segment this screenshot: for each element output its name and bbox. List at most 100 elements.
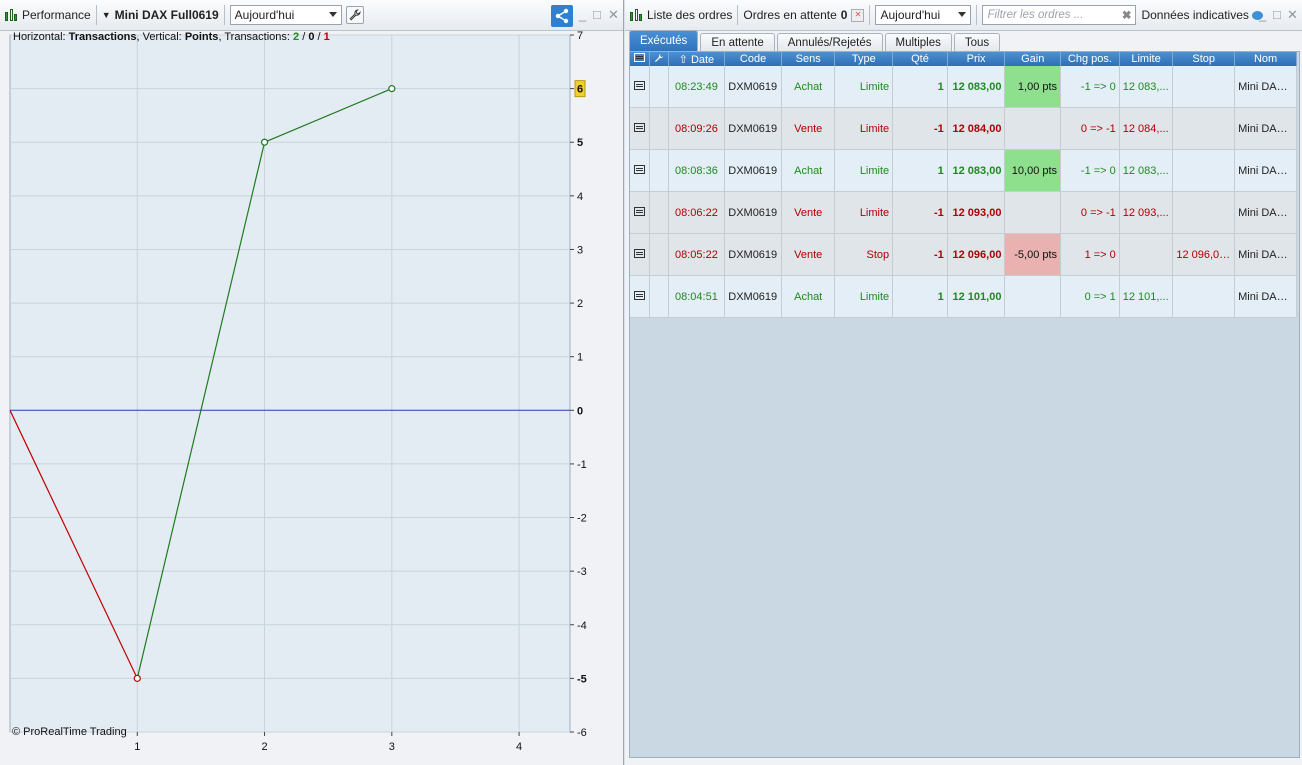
cell-code: DXM0619 bbox=[724, 107, 782, 150]
details-icon[interactable] bbox=[634, 248, 646, 258]
close-icon[interactable]: ✕ bbox=[1287, 7, 1298, 23]
row-detail-icon[interactable] bbox=[630, 275, 651, 318]
close-icon[interactable]: ✕ bbox=[608, 7, 619, 23]
panel-title: Liste des ordres bbox=[647, 8, 733, 22]
column-header-date[interactable]: ⇧ Date bbox=[668, 52, 726, 66]
orders-tabs: Exécutés En attente Annulés/Rejetés Mult… bbox=[629, 30, 1002, 51]
maximize-icon[interactable]: □ bbox=[1273, 7, 1281, 22]
wrench-icon bbox=[349, 9, 361, 21]
table-row[interactable]: 08:06:22 DXM0619 Vente Limite -1 12 093,00 0 =… bbox=[630, 191, 1297, 234]
cell-date: 08:08:36 bbox=[668, 149, 726, 192]
plot-area bbox=[9, 34, 571, 733]
column-header-code[interactable]: Code bbox=[724, 52, 782, 66]
performance-chart: 7 6 5 4 3 2 1 0 -1 -2 -3 -4 -5 -6 1 2 3 4 bbox=[9, 31, 587, 753]
info-losing-count: 1 bbox=[323, 31, 330, 43]
row-detail-icon[interactable] bbox=[630, 149, 651, 192]
table-row[interactable]: 08:08:36 DXM0619 Achat Limite 1 12 083,00 10,0… bbox=[630, 149, 1297, 192]
cell-code: DXM0619 bbox=[724, 275, 782, 318]
column-settings-wrench-icon[interactable] bbox=[649, 52, 669, 66]
filter-orders-input[interactable]: Filtrer les ordres ... ✖ bbox=[982, 5, 1137, 25]
cell-chg-pos: 0 => -1 bbox=[1060, 107, 1120, 150]
cell-type: Limite bbox=[834, 275, 894, 318]
column-header-prix[interactable]: Prix bbox=[947, 52, 1006, 66]
cell-qte: -1 bbox=[892, 233, 948, 276]
cell-sens: Vente bbox=[781, 233, 836, 276]
column-header-sens[interactable]: Sens bbox=[781, 52, 836, 66]
orders-grid: ⇧ Date Code Sens Type Qté Prix Gain Chg … bbox=[629, 51, 1300, 758]
row-detail-icon[interactable] bbox=[630, 107, 651, 150]
candlestick-chart-icon bbox=[4, 8, 18, 22]
y-tick-label: -3 bbox=[577, 566, 587, 578]
row-detail-icon[interactable] bbox=[630, 66, 651, 108]
row-detail-icon[interactable] bbox=[630, 191, 651, 234]
instrument-name[interactable]: Mini DAX Full0619 bbox=[115, 8, 219, 22]
separator bbox=[223, 5, 225, 25]
column-header-qte[interactable]: Qté bbox=[892, 52, 948, 66]
instrument-dropdown-icon[interactable]: ▼ bbox=[102, 10, 111, 20]
orders-period-select[interactable]: Aujourd'hui bbox=[875, 5, 972, 25]
column-header-type[interactable]: Type bbox=[834, 52, 894, 66]
data-point bbox=[388, 85, 396, 93]
cell-qte: -1 bbox=[892, 191, 948, 234]
details-icon[interactable] bbox=[634, 164, 646, 174]
table-row[interactable]: 08:05:22 DXM0619 Vente Stop -1 12 096,00 -5,00… bbox=[630, 233, 1297, 276]
cell-gain: 1,00 pts bbox=[1004, 66, 1062, 108]
tab-annules-rejetes[interactable]: Annulés/Rejetés bbox=[776, 33, 883, 51]
cell-sens: Achat bbox=[781, 149, 836, 192]
cell-sens: Vente bbox=[781, 107, 836, 150]
y-tick-label: 6 bbox=[577, 84, 583, 96]
minimize-icon[interactable]: _ bbox=[1259, 7, 1266, 22]
details-icon[interactable] bbox=[634, 122, 646, 132]
y-tick-label: -6 bbox=[577, 727, 587, 739]
x-tick-label: 1 bbox=[134, 741, 140, 753]
period-select-value: Aujourd'hui bbox=[234, 8, 295, 22]
cell-sens: Achat bbox=[781, 275, 836, 318]
cancel-orders-icon[interactable]: ✕ bbox=[851, 8, 865, 22]
chevron-down-icon bbox=[328, 12, 337, 17]
table-row[interactable]: 08:04:51 DXM0619 Achat Limite 1 12 101,00 0 =>… bbox=[630, 275, 1297, 318]
cell-stop bbox=[1172, 149, 1236, 192]
cell-nom: Mini DAX ... bbox=[1234, 191, 1297, 234]
settings-wrench-button[interactable] bbox=[345, 6, 364, 24]
details-icon[interactable] bbox=[634, 206, 646, 216]
cell-qte: 1 bbox=[892, 275, 948, 318]
column-header-nom[interactable]: Nom bbox=[1234, 52, 1297, 66]
performance-panel: Performance ▼ Mini DAX Full0619 Aujourd'… bbox=[0, 0, 624, 765]
cell-limite: 12 083,... bbox=[1119, 66, 1174, 108]
tab-tous[interactable]: Tous bbox=[953, 33, 1001, 51]
column-header-stop[interactable]: Stop bbox=[1172, 52, 1236, 66]
cell-stop bbox=[1172, 275, 1236, 318]
column-options-icon[interactable] bbox=[630, 52, 651, 66]
details-icon[interactable] bbox=[634, 290, 646, 300]
cell-qte: 1 bbox=[892, 149, 948, 192]
tab-multiples[interactable]: Multiples bbox=[884, 33, 952, 51]
y-tick-label: 4 bbox=[577, 191, 583, 203]
separator bbox=[869, 5, 871, 25]
cell-nom: Mini DAX ... bbox=[1234, 66, 1297, 108]
y-tick-label: 1 bbox=[577, 352, 583, 364]
row-spacer bbox=[649, 107, 669, 150]
data-point bbox=[133, 674, 141, 682]
table-row[interactable]: 08:09:26 DXM0619 Vente Limite -1 12 084,00 0 =… bbox=[630, 107, 1297, 150]
minimize-icon[interactable]: _ bbox=[579, 7, 586, 22]
maximize-icon[interactable]: □ bbox=[593, 7, 601, 22]
share-button[interactable] bbox=[551, 5, 573, 27]
cell-limite bbox=[1119, 233, 1174, 276]
cell-prix: 12 083,00 bbox=[947, 149, 1006, 192]
tab-executes[interactable]: Exécutés bbox=[629, 30, 699, 51]
performance-toolbar: Performance ▼ Mini DAX Full0619 Aujourd'… bbox=[0, 0, 623, 31]
clear-filter-icon[interactable]: ✖ bbox=[1122, 8, 1132, 22]
table-row[interactable]: 08:23:49 DXM0619 Achat Limite 1 12 083,00 1,00… bbox=[630, 66, 1297, 108]
period-select[interactable]: Aujourd'hui bbox=[229, 5, 342, 25]
row-detail-icon[interactable] bbox=[630, 233, 651, 276]
chevron-down-icon bbox=[958, 12, 967, 17]
tab-en-attente[interactable]: En attente bbox=[700, 33, 775, 51]
column-header-gain[interactable]: Gain bbox=[1004, 52, 1062, 66]
cell-code: DXM0619 bbox=[724, 66, 782, 108]
y-tick-label: 2 bbox=[577, 298, 583, 310]
column-header-limite[interactable]: Limite bbox=[1119, 52, 1174, 66]
column-header-chg-pos[interactable]: Chg pos. bbox=[1060, 52, 1120, 66]
details-icon[interactable] bbox=[634, 80, 646, 90]
info-transactions-label: , Transactions: bbox=[218, 31, 290, 43]
orders-table: ⇧ Date Code Sens Type Qté Prix Gain Chg … bbox=[630, 52, 1297, 318]
